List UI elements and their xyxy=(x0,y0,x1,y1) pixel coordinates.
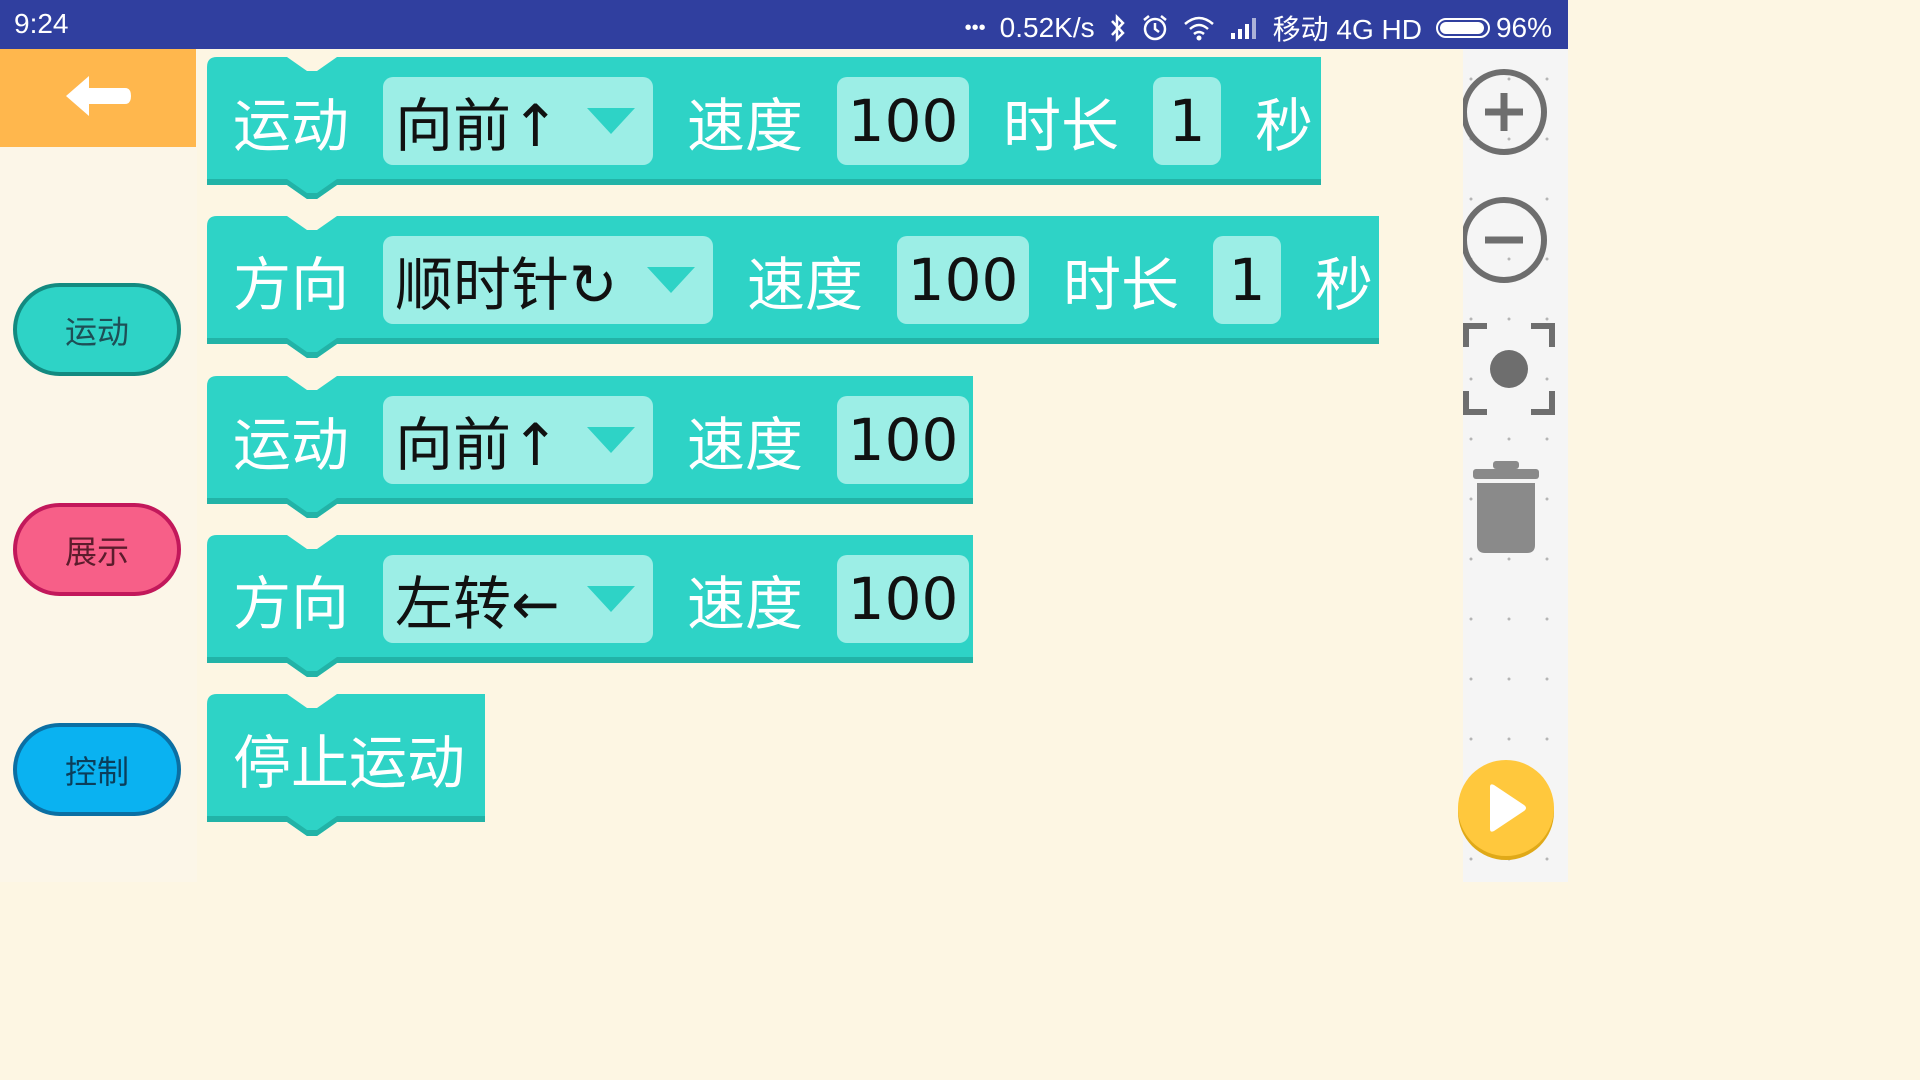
zoom-out-button[interactable] xyxy=(1461,197,1547,283)
grid-dot xyxy=(1469,857,1473,861)
direction-dropdown[interactable]: 向前↑ xyxy=(383,77,654,165)
back-arrow-icon xyxy=(63,73,133,123)
block-keyword: 方向 xyxy=(233,251,350,319)
category-panel: 运动 展示 控制 xyxy=(0,49,198,882)
zoom-in-icon xyxy=(1461,69,1547,155)
play-button[interactable] xyxy=(1458,760,1554,856)
grid-dot xyxy=(1545,317,1549,321)
speed-value: 100 xyxy=(847,87,959,155)
speed-label: 速度 xyxy=(747,251,864,319)
duration-label: 时长 xyxy=(1063,251,1180,319)
dropdown-value: 向前↑ xyxy=(395,92,560,160)
block-keyword: 方向 xyxy=(233,570,350,638)
grid-dot xyxy=(1507,677,1511,681)
rotation-dropdown[interactable]: 顺时针↻ xyxy=(383,236,714,324)
grid-dot xyxy=(1469,617,1473,621)
speed-label: 速度 xyxy=(687,570,804,638)
direction-dropdown[interactable]: 向前↑ xyxy=(383,396,654,484)
duration-label: 时长 xyxy=(1003,92,1120,160)
alarm-icon xyxy=(1141,14,1169,42)
carrier: 移动 4G HD xyxy=(1272,14,1422,45)
grid-dot xyxy=(1507,617,1511,621)
duration-value: 1 xyxy=(1168,87,1206,155)
net-speed: 0.52K/s xyxy=(999,12,1095,43)
dropdown-caret-icon xyxy=(647,267,696,293)
motion-block[interactable]: 运动 向前↑ 速度 100 时长 1 秒 xyxy=(207,57,1325,199)
play-icon xyxy=(1490,784,1526,832)
dropdown-caret-icon xyxy=(587,108,636,134)
status-icons: ••• 0.52K/s 移动 4G HD 96% xyxy=(965,8,1552,48)
stop-motion-block[interactable]: 停止运动 xyxy=(207,694,487,836)
grid-dot xyxy=(1507,857,1511,861)
trash-icon xyxy=(1473,461,1539,553)
grid-dot xyxy=(1507,737,1511,741)
speed-label: 速度 xyxy=(687,92,804,160)
dropdown-value: 左转← xyxy=(395,570,560,638)
block-keyword: 运动 xyxy=(233,411,350,479)
bluetooth-icon xyxy=(1109,14,1127,42)
status-bar: 9:24 ••• 0.52K/s 移动 4G HD 96% xyxy=(0,0,1568,49)
dropdown-value: 顺时针↻ xyxy=(395,251,618,319)
unit-label: 秒 xyxy=(1255,92,1314,160)
grid-dot xyxy=(1507,437,1511,441)
battery-percent: 96% xyxy=(1495,12,1552,43)
duration-input[interactable]: 1 xyxy=(1153,77,1222,165)
grid-dot xyxy=(1469,677,1473,681)
category-motion-button[interactable]: 运动 xyxy=(13,283,181,376)
speed-input[interactable]: 100 xyxy=(837,77,970,165)
direction-block[interactable]: 方向 左转← 速度 100 xyxy=(207,535,977,677)
dropdown-value: 向前↑ xyxy=(395,411,560,479)
dropdown-caret-icon xyxy=(587,586,636,612)
grid-dot xyxy=(1545,617,1549,621)
category-label: 运动 xyxy=(64,312,129,351)
block-workspace[interactable]: 运动 向前↑ 速度 100 时长 1 秒 方向 顺时针↻ 速度 100 时长 1… xyxy=(197,49,1463,882)
battery-icon: 96% xyxy=(1435,12,1552,44)
grid-dot xyxy=(1545,857,1549,861)
category-control-button[interactable]: 控制 xyxy=(13,723,181,816)
speed-input[interactable]: 100 xyxy=(837,555,970,643)
wifi-icon xyxy=(1183,15,1215,41)
grid-dot xyxy=(1469,317,1473,321)
block-keyword: 运动 xyxy=(233,92,350,160)
grid-dot xyxy=(1545,677,1549,681)
speed-value: 100 xyxy=(847,406,959,474)
grid-dot xyxy=(1469,437,1473,441)
recenter-button[interactable] xyxy=(1463,323,1555,415)
grid-dot xyxy=(1545,737,1549,741)
recenter-icon xyxy=(1463,323,1555,415)
grid-dot xyxy=(1545,437,1549,441)
signal-icon xyxy=(1229,16,1259,40)
status-time: 9:24 xyxy=(14,8,69,39)
back-button[interactable] xyxy=(0,49,196,147)
category-display-button[interactable]: 展示 xyxy=(13,503,181,596)
duration-input[interactable]: 1 xyxy=(1213,236,1282,324)
grid-dot xyxy=(1545,557,1549,561)
grid-dot xyxy=(1469,557,1473,561)
grid-dot xyxy=(1469,737,1473,741)
block-keyword: 停止运动 xyxy=(233,729,466,797)
direction-block[interactable]: 方向 顺时针↻ 速度 100 时长 1 秒 xyxy=(207,216,1383,358)
grid-dot xyxy=(1507,557,1511,561)
toolbar-panel xyxy=(1461,49,1568,882)
motion-block[interactable]: 运动 向前↑ 速度 100 xyxy=(207,376,977,518)
zoom-in-button[interactable] xyxy=(1461,69,1547,155)
dropdown-caret-icon xyxy=(587,427,636,453)
category-label: 展示 xyxy=(64,532,129,571)
speed-input[interactable]: 100 xyxy=(837,396,970,484)
unit-label: 秒 xyxy=(1315,251,1374,319)
duration-value: 1 xyxy=(1228,246,1266,314)
zoom-out-icon xyxy=(1461,197,1547,283)
trash-button[interactable] xyxy=(1471,459,1555,553)
speed-label: 速度 xyxy=(687,411,804,479)
turn-dropdown[interactable]: 左转← xyxy=(383,555,654,643)
speed-input[interactable]: 100 xyxy=(897,236,1030,324)
more-indicator: ••• xyxy=(964,16,986,39)
speed-value: 100 xyxy=(847,565,959,633)
speed-value: 100 xyxy=(907,246,1019,314)
category-label: 控制 xyxy=(64,752,129,791)
grid-dot xyxy=(1507,317,1511,321)
